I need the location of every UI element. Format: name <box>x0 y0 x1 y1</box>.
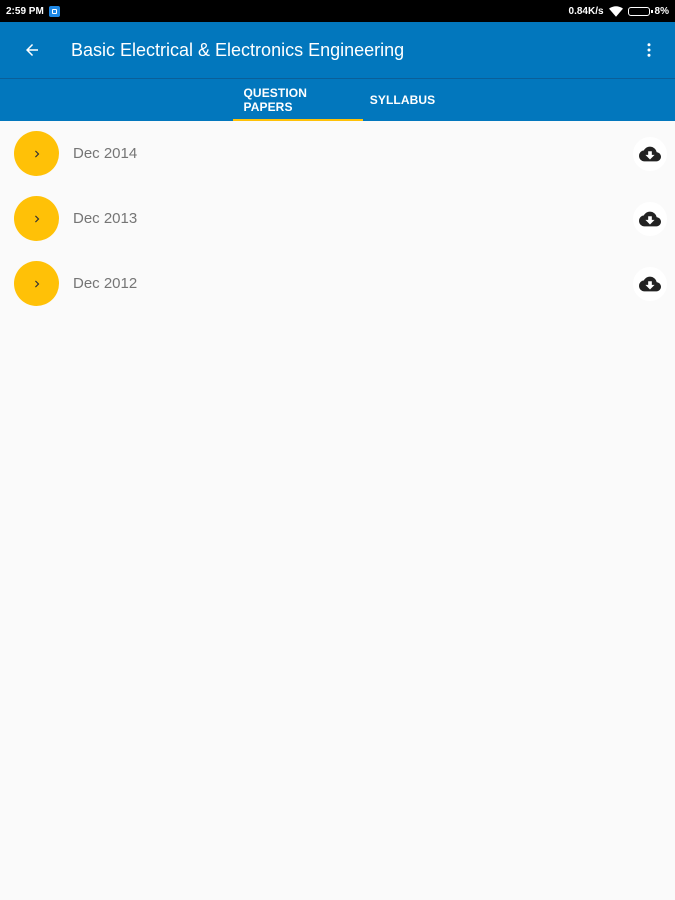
cloud-download-icon <box>639 276 661 291</box>
battery-level: 8% <box>654 5 669 17</box>
expand-button[interactable] <box>14 261 59 306</box>
download-button[interactable] <box>633 266 667 301</box>
tab-syllabus[interactable]: SYLLABUS <box>363 79 443 121</box>
tab-syllabus-label: SYLLABUS <box>369 93 436 107</box>
battery-icon <box>627 6 653 16</box>
list-item[interactable]: Dec 2013 <box>0 186 675 251</box>
question-paper-list: Dec 2014 Dec 2013 Dec 2012 <box>0 121 675 316</box>
tab-bar: QUESTION PAPERS SYLLABUS <box>0 78 675 121</box>
notification-icon <box>48 5 60 17</box>
download-button[interactable] <box>633 201 667 236</box>
download-button[interactable] <box>633 136 667 171</box>
expand-button[interactable] <box>14 131 59 176</box>
back-button[interactable] <box>0 22 64 78</box>
network-speed: 0.84K/s <box>568 5 604 17</box>
list-item[interactable]: Dec 2012 <box>0 251 675 316</box>
cloud-download-icon <box>639 211 661 226</box>
wifi-icon <box>608 5 623 17</box>
more-options-button[interactable] <box>623 22 675 78</box>
chevron-right-icon <box>34 280 39 287</box>
expand-button[interactable] <box>14 196 59 241</box>
status-bar-right: 0.84K/s 8% <box>569 6 669 17</box>
list-item-label: Dec 2012 <box>73 275 138 292</box>
chevron-right-icon <box>34 215 39 222</box>
status-bar: 2:59 PM 0.84K/s 8% <box>0 0 675 22</box>
list-item[interactable]: Dec 2014 <box>0 121 675 186</box>
list-item-label: Dec 2014 <box>73 145 138 162</box>
status-bar-left: 2:59 PM <box>6 5 60 17</box>
list-item-label: Dec 2013 <box>73 210 138 227</box>
tab-question-papers-label: QUESTION PAPERS <box>243 86 307 114</box>
status-time: 2:59 PM <box>6 5 44 17</box>
arrow-back-icon <box>26 44 38 56</box>
tab-question-papers[interactable]: QUESTION PAPERS <box>232 79 363 121</box>
more-vert-icon <box>647 43 651 57</box>
app-bar: Basic Electrical & Electronics Engineeri… <box>0 22 675 78</box>
cloud-download-icon <box>639 146 661 161</box>
chevron-right-icon <box>34 150 39 157</box>
page-title: Basic Electrical & Electronics Engineeri… <box>71 39 405 60</box>
